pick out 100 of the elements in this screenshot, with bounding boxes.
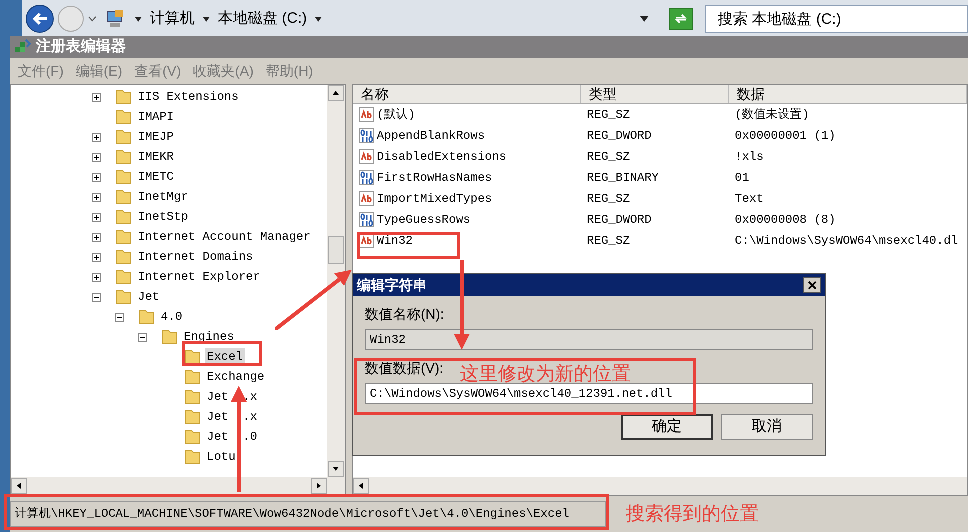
expand-icon[interactable] [92,152,101,162]
caret-icon[interactable] [88,16,97,22]
string-value-icon [359,148,375,164]
tree-item[interactable]: 4.0 [159,308,185,326]
value-data: !xls [734,148,764,166]
close-button[interactable] [803,277,821,293]
column-header[interactable]: 数据 [729,85,967,103]
dialog-button[interactable]: 确定 [621,414,713,440]
field-label: 数值名称(N): [365,305,446,324]
value-data: C:\Windows\SysWOW64\msexcl40.dl [734,232,958,250]
status-bar: 计算机\HKEY_LOCAL_MACHINE\SOFTWARE\Wow6432Node\Microsoft\Jet\4.0\Engines\Excel [10,501,606,527]
value-data-field[interactable]: C:\Windows\SysWOW64\msexcl40_12391.net.dll [365,383,813,404]
string-value-icon [359,106,375,122]
folder-icon [115,168,133,186]
column-header[interactable]: 类型 [581,85,729,103]
caret-icon[interactable] [203,16,210,22]
value-type: REG_SZ [586,232,632,250]
value-data: (数值未设置) [734,106,810,124]
collapse-icon[interactable] [138,332,147,342]
folder-icon [115,208,133,226]
value-name[interactable]: ImportMixedTypes [377,190,492,208]
window-title: 注册表编辑器 [36,36,126,57]
horizontal-scrollbar[interactable] [11,477,345,495]
folder-icon [115,228,133,246]
horizontal-scrollbar[interactable] [353,477,967,495]
binary-value-icon [359,128,375,144]
value-name-field[interactable]: Win32 [365,329,813,350]
value-name[interactable]: DisabledExtensions [377,148,507,166]
expand-icon[interactable] [92,132,101,142]
tree-item[interactable]: Jet .x [205,408,260,426]
expand-icon[interactable] [92,232,101,242]
expand-icon[interactable] [92,252,101,262]
expand-icon[interactable] [92,212,101,222]
folder-icon [184,428,202,446]
binary-value-icon [359,170,375,186]
expand-icon[interactable] [92,192,101,202]
tree-item[interactable]: Internet Account Manager [136,228,313,246]
expand-icon[interactable] [92,92,101,102]
back-arrow-icon [32,12,48,26]
folder-icon [161,328,179,346]
value-type: REG_DWORD [586,128,653,144]
folder-icon [115,268,133,286]
caret-icon[interactable] [315,16,322,22]
tree-item[interactable]: Engines [182,328,236,346]
annotation-text: 搜索得到的位置 [626,503,759,527]
expand-icon[interactable] [92,272,101,282]
folder-icon [115,108,133,126]
folder-icon [115,88,133,106]
tree-item[interactable]: IMETC [136,168,176,186]
value-data: 01 [734,170,750,186]
collapse-icon[interactable] [92,292,101,302]
scrollbar-thumb[interactable] [328,236,344,264]
search-field[interactable]: 搜索 本地磁盘 (C:) [705,5,968,33]
tree-item[interactable]: IMAPI [136,108,176,126]
value-type: REG_SZ [586,106,632,124]
folder-icon [184,348,202,366]
tree-item[interactable]: Lotu [205,448,238,466]
tree-item[interactable]: InetStp [136,208,190,226]
caret-icon[interactable] [135,16,142,22]
value-name[interactable]: (默认) [377,106,416,124]
folder-icon [184,388,202,406]
tree-item[interactable]: Jet .0 [205,428,260,446]
binary-value-icon [359,212,375,228]
value-name[interactable]: AppendBlankRows [377,126,486,144]
expand-icon[interactable] [92,172,101,182]
tree-item[interactable]: IMEJP [136,128,176,146]
value-data: Text [734,190,764,208]
folder-icon [184,448,202,466]
vertical-scrollbar[interactable] [327,85,345,477]
folder-icon [115,148,133,166]
breadcrumb-item[interactable]: 本地磁盘 (C:) [218,8,308,30]
tree-item[interactable]: InetMgr [136,188,190,206]
collapse-icon[interactable] [115,312,124,322]
dialog-button[interactable]: 取消 [721,414,813,440]
tree-item[interactable]: Internet Explorer [136,268,262,286]
tree-item[interactable]: IIS Extensions [136,88,241,106]
value-name[interactable]: FirstRowHasNames [377,168,492,186]
tree-item[interactable]: Internet Domains [136,248,256,266]
column-header[interactable]: 名称 [353,85,581,103]
folder-icon [115,188,133,206]
refresh-icon [674,13,688,25]
folder-icon [184,408,202,426]
value-name[interactable]: TypeGuessRows [377,210,471,228]
value-name[interactable]: Win32 [377,232,414,250]
value-data: 0x00000001 (1) [734,128,836,144]
folder-icon [115,288,133,306]
dropdown-caret-icon[interactable] [640,16,649,22]
field-label: 数值数据(V): [365,359,444,378]
tree-item[interactable]: Jet [136,288,162,306]
tree-item[interactable]: Jet .x [205,388,260,406]
tree-item[interactable]: Exchange [205,368,267,386]
folder-icon [138,308,156,326]
value-type: REG_BINARY [586,170,660,186]
breadcrumb-item[interactable]: 计算机 [150,8,195,30]
close-icon [808,280,816,290]
back-button[interactable] [26,5,54,33]
folder-icon [115,248,133,266]
tree-item[interactable]: IMEKR [136,148,176,166]
folder-icon [115,128,133,146]
refresh-button[interactable] [669,8,693,30]
